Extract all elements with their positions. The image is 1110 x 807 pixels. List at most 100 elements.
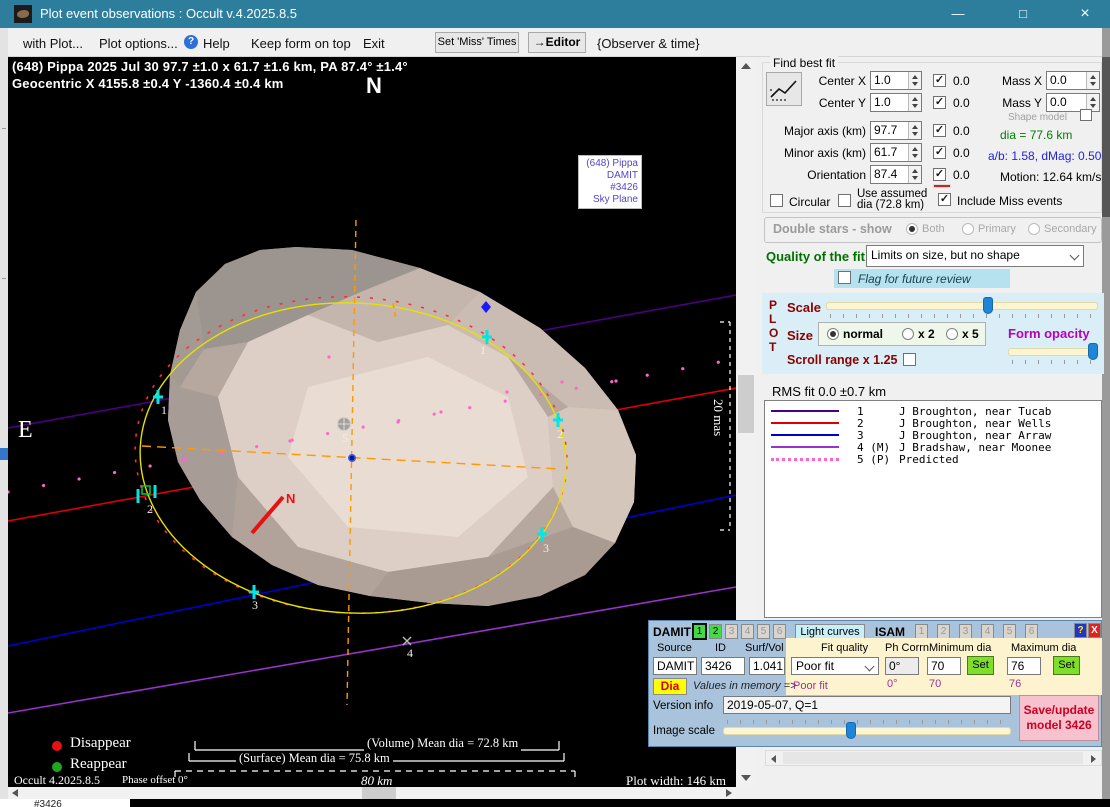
occult-plot-window: Plot event observations : Occult v.4.202… xyxy=(0,0,1110,807)
damit-model-5-button[interactable]: 5 xyxy=(757,624,770,639)
form-opacity-thumb[interactable] xyxy=(1088,343,1098,360)
scroll-up-icon[interactable] xyxy=(741,63,751,69)
info-target: (648) Pippa xyxy=(582,158,638,170)
close-button[interactable]: × xyxy=(1062,0,1108,28)
save-update-model-button[interactable]: Save/update model 3426 xyxy=(1019,695,1099,741)
max-dia-value[interactable]: 76 xyxy=(1007,657,1041,675)
panel-scroll-thumb[interactable] xyxy=(783,752,1083,764)
background-window-sliver-left xyxy=(0,28,8,800)
chord4-label: 4 xyxy=(407,646,413,661)
background-window-strip: #3426 xyxy=(0,799,1110,807)
damit-model-6-button[interactable]: 6 xyxy=(773,624,786,639)
orientation-err-value: 0.0 xyxy=(953,168,970,182)
set-min-button[interactable]: Set xyxy=(967,656,994,675)
scroll-down-icon[interactable] xyxy=(741,775,751,781)
fit-quality-combobox[interactable]: Poor fit xyxy=(791,657,879,675)
menu-help[interactable]: Help xyxy=(203,36,230,51)
dia-button[interactable]: Dia xyxy=(653,678,687,695)
menu-exit[interactable]: Exit xyxy=(363,36,385,51)
scroll-right-icon[interactable] xyxy=(726,789,732,797)
damit-close-button[interactable]: X xyxy=(1088,623,1101,638)
use-assumed-checkbox[interactable] xyxy=(838,194,851,207)
center-y-spinner[interactable] xyxy=(908,94,921,111)
isam-4-button[interactable]: 4 xyxy=(981,624,994,639)
panel-horizontal-scrollbar[interactable] xyxy=(765,750,1102,766)
min-dia-value[interactable]: 70 xyxy=(927,657,961,675)
scale-slider-thumb[interactable] xyxy=(983,297,993,314)
source-value[interactable]: DAMIT xyxy=(653,657,697,675)
scroll-range-checkbox[interactable] xyxy=(903,353,916,366)
damit-model-1-button[interactable]: 1 xyxy=(693,624,706,639)
menu-with-plot[interactable]: with Plot... xyxy=(23,36,83,51)
reappear-label: Reappear xyxy=(70,756,127,773)
major-axis-spinner[interactable] xyxy=(908,122,921,139)
observer-time-label: {Observer & time} xyxy=(597,36,700,51)
chord1-label-right: 1 xyxy=(480,343,486,358)
major-axis-input[interactable]: 97.7 xyxy=(870,121,922,140)
image-scale-thumb[interactable] xyxy=(846,722,856,739)
damit-model-4-button[interactable]: 4 xyxy=(741,624,754,639)
minor-axis-input[interactable]: 61.7 xyxy=(870,143,922,162)
center-x-input[interactable]: 1.0 xyxy=(870,71,922,90)
isam-2-button[interactable]: 2 xyxy=(937,624,950,639)
mass-x-spinner[interactable] xyxy=(1086,72,1099,89)
image-scale-slider[interactable] xyxy=(723,727,1011,735)
editor-button[interactable]: →Editor xyxy=(528,32,586,53)
circular-checkbox[interactable] xyxy=(770,194,783,207)
center-x-spinner[interactable] xyxy=(908,72,921,89)
center-x-err-checkbox[interactable] xyxy=(933,74,946,87)
set-max-button[interactable]: Set xyxy=(1053,656,1080,675)
set-miss-times-button[interactable]: Set 'Miss' Times xyxy=(435,32,519,53)
orientation-err-checkbox[interactable] xyxy=(933,168,946,181)
survol-value[interactable]: 1.041 xyxy=(749,657,785,675)
chord5-label: 5 xyxy=(342,431,348,446)
damit-help-button[interactable]: ? xyxy=(1074,623,1087,638)
center-x-err-value: 0.0 xyxy=(953,74,970,88)
size-normal-radio[interactable] xyxy=(827,328,839,340)
double-primary-radio[interactable] xyxy=(962,223,974,235)
version-info-value[interactable]: 2019-05-07, Q=1 xyxy=(723,696,1011,714)
form-opacity-slider[interactable] xyxy=(1008,348,1098,356)
observer-listbox[interactable]: 1J Broughton, near Tucab 2J Broughton, n… xyxy=(764,400,1102,618)
chord3-label-left: 3 xyxy=(252,598,258,613)
occult-version-label: Occult 4.2025.8.5 xyxy=(14,773,100,787)
panel-scroll-left-icon[interactable] xyxy=(771,755,776,763)
minor-axis-err-checkbox[interactable] xyxy=(933,146,946,159)
orientation-input[interactable]: 87.4 xyxy=(870,165,922,184)
menu-keep-on-top[interactable]: Keep form on top xyxy=(251,36,351,51)
orientation-spinner[interactable] xyxy=(908,166,921,183)
size-x5-radio[interactable] xyxy=(946,328,958,340)
double-both-radio[interactable] xyxy=(906,223,918,235)
maximize-button[interactable]: □ xyxy=(1000,0,1046,28)
vertical-scroll-thumb[interactable] xyxy=(738,375,754,433)
shape-model-checkbox[interactable] xyxy=(1080,109,1092,121)
quality-combobox[interactable]: Limits on size, but no shape xyxy=(866,245,1084,267)
mass-x-input[interactable]: 0.0 xyxy=(1046,71,1100,90)
id-value[interactable]: 3426 xyxy=(701,657,745,675)
center-y-input[interactable]: 1.0 xyxy=(870,93,922,112)
center-y-err-checkbox[interactable] xyxy=(933,96,946,109)
best-fit-graph-button[interactable] xyxy=(766,72,802,106)
minor-axis-spinner[interactable] xyxy=(908,144,921,161)
include-miss-checkbox[interactable] xyxy=(938,193,951,206)
isam-6-button[interactable]: 6 xyxy=(1025,624,1038,639)
isam-5-button[interactable]: 5 xyxy=(1003,624,1016,639)
flag-review-checkbox[interactable] xyxy=(838,271,851,284)
observer-row[interactable]: 5 (P)Predicted xyxy=(857,453,959,466)
isam-3-button[interactable]: 3 xyxy=(959,624,972,639)
size-x2-radio[interactable] xyxy=(902,328,914,340)
plot-canvas[interactable]: (648) Pippa 2025 Jul 30 97.7 ±1.0 x 61.7… xyxy=(8,57,736,787)
double-secondary-radio[interactable] xyxy=(1028,223,1040,235)
menu-plot-options[interactable]: Plot options... xyxy=(99,36,178,51)
damit-model-3-button[interactable]: 3 xyxy=(725,624,738,639)
scale-slider[interactable] xyxy=(826,302,1098,310)
chord5-swatch xyxy=(771,458,839,461)
scroll-left-icon[interactable] xyxy=(12,789,18,797)
ph-corrn-value[interactable]: 0° xyxy=(885,657,919,675)
panel-scroll-right-icon[interactable] xyxy=(1091,755,1096,763)
damit-model-2-button[interactable]: 2 xyxy=(709,624,722,639)
major-axis-err-checkbox[interactable] xyxy=(933,124,946,137)
minimize-button[interactable]: — xyxy=(935,0,981,28)
plot-letter-o: O xyxy=(769,326,778,340)
isam-1-button[interactable]: 1 xyxy=(915,624,928,639)
